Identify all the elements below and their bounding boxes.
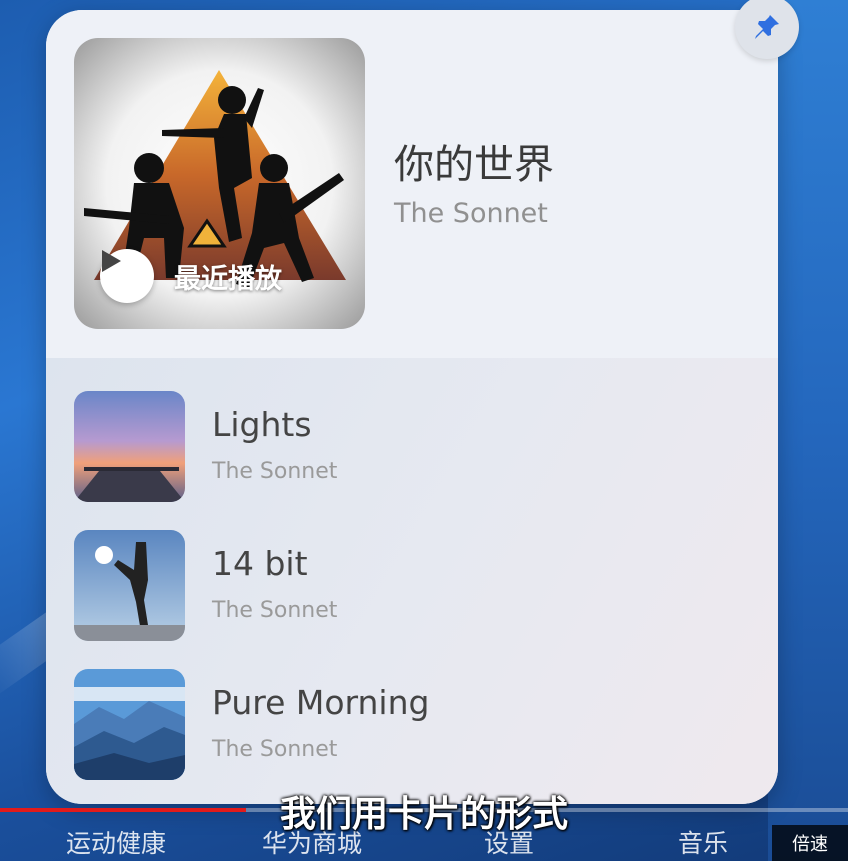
wallpaper-right: [768, 0, 848, 861]
track-thumbnail: [74, 530, 185, 641]
track-thumbnail: [74, 669, 185, 780]
track-item[interactable]: Lights The Sonnet: [74, 391, 754, 503]
track-title: 14 bit: [212, 544, 308, 583]
now-playing-artist: The Sonnet: [394, 198, 548, 229]
playback-speed-button[interactable]: 倍速: [772, 825, 848, 861]
mountains-image: [74, 669, 185, 780]
skater-image: [74, 530, 185, 641]
pin-icon: [755, 15, 779, 39]
recently-played-label: 最近播放: [174, 263, 282, 295]
play-button[interactable]: [100, 249, 154, 303]
track-item[interactable]: 14 bit The Sonnet: [74, 530, 754, 642]
pier-sunset-image: [74, 391, 185, 502]
track-thumbnail: [74, 391, 185, 502]
track-artist: The Sonnet: [212, 598, 338, 623]
video-subtitle: 我们用卡片的形式: [279, 794, 568, 835]
track-title: Lights: [212, 405, 312, 444]
now-playing-section: 最近播放 你的世界 The Sonnet: [46, 10, 778, 358]
recently-played[interactable]: 最近播放: [100, 249, 282, 303]
track-title: Pure Morning: [212, 683, 430, 722]
album-cover[interactable]: 最近播放: [74, 38, 365, 329]
track-artist: The Sonnet: [212, 459, 338, 484]
play-icon: [102, 250, 121, 272]
now-playing-title[interactable]: 你的世界: [394, 132, 554, 190]
music-widget-card[interactable]: 最近播放 你的世界 The Sonnet Lights The Sonnet 1…: [46, 10, 778, 804]
track-artist: The Sonnet: [212, 737, 338, 762]
track-item[interactable]: Pure Morning The Sonnet: [74, 669, 754, 781]
